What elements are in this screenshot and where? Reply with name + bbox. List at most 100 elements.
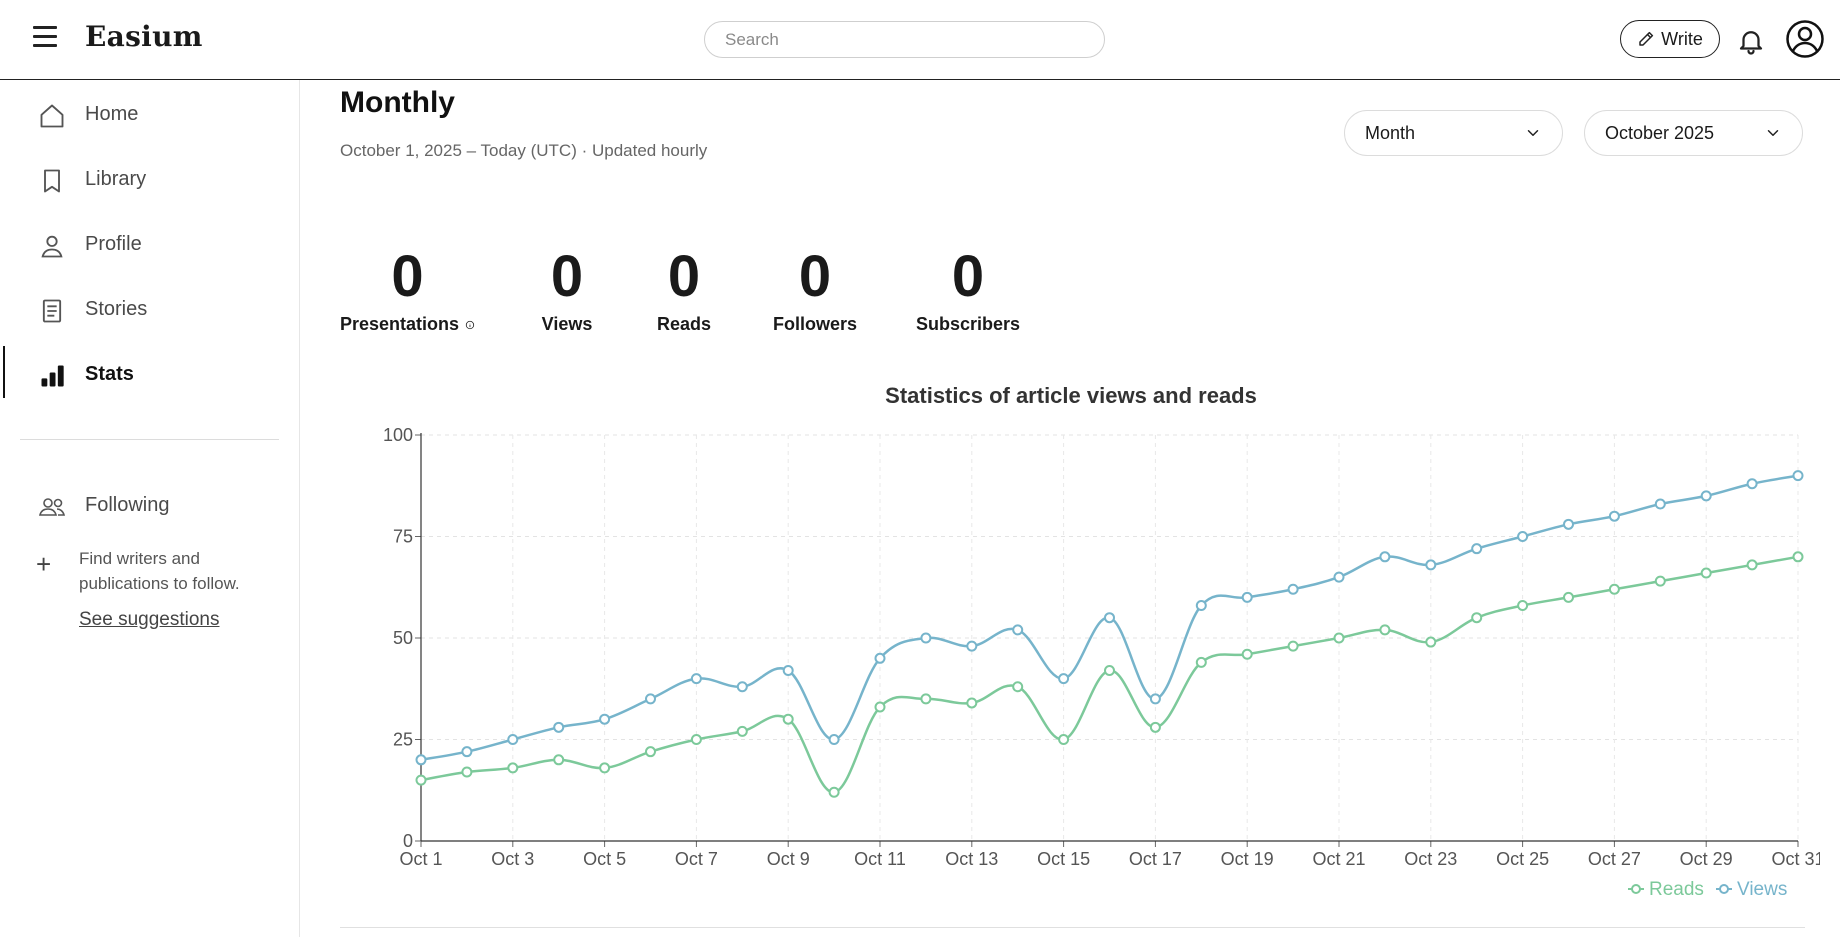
views-data-point — [736, 681, 748, 693]
see-suggestions-link[interactable]: See suggestions — [79, 609, 220, 631]
views-data-point — [1517, 531, 1529, 542]
reads-data-point — [645, 746, 656, 758]
reads-data-point — [507, 762, 519, 774]
month-select[interactable]: October 2025 — [1584, 110, 1803, 156]
y-tick-label: 75 — [393, 527, 413, 547]
views-data-point — [874, 652, 886, 664]
reads-data-point — [1241, 648, 1253, 660]
views-data-point — [1104, 612, 1115, 624]
follow-hint-text: Find writers and publications to follow. — [79, 549, 240, 593]
sidebar-divider — [20, 439, 279, 440]
reads-data-point — [415, 774, 427, 786]
sidebar-item-label: Library — [85, 168, 147, 190]
sidebar-item-label: Profile — [85, 233, 142, 255]
x-tick-label: Oct 17 — [1129, 849, 1182, 869]
y-tick-label: 50 — [393, 628, 413, 648]
views-data-point — [1012, 624, 1024, 636]
x-tick-label: Oct 31 — [1771, 849, 1820, 869]
chevron-down-icon — [1527, 130, 1539, 136]
search-input[interactable] — [704, 21, 1105, 58]
x-tick-label: Oct 9 — [767, 849, 810, 869]
views-data-point — [1287, 583, 1299, 595]
brand-logo[interactable]: Easium — [85, 20, 203, 53]
reads-data-point — [1149, 721, 1161, 733]
sidebar-item-label: Following — [85, 494, 170, 516]
reads-data-point — [553, 754, 565, 766]
stat-value: 0 — [798, 244, 832, 309]
top-bar: Easium Write — [0, 0, 1840, 80]
reads-data-point — [1608, 583, 1620, 595]
views-data-point — [1792, 470, 1804, 482]
views-data-point — [1608, 510, 1620, 522]
reads-data-point — [782, 713, 794, 725]
page-subtitle: October 1, 2025 – Today (UTC) · Updated … — [340, 141, 708, 160]
sidebar-item-following[interactable]: Following — [0, 481, 300, 531]
views-data-point — [828, 734, 840, 745]
x-tick-label: Oct 7 — [675, 849, 718, 869]
month-select-value: October 2025 — [1605, 122, 1715, 143]
reads-data-point — [1563, 591, 1574, 603]
sidebar-item-profile[interactable]: Profile — [0, 220, 300, 270]
views-legend-marker — [1719, 884, 1729, 894]
reads-data-point — [874, 701, 886, 713]
reads-data-point — [1425, 636, 1437, 648]
reads-data-point — [1287, 640, 1299, 652]
reads-data-point — [1471, 612, 1483, 624]
stat-label: Reads — [656, 314, 712, 334]
stat-presentations: 0 Presentations — [340, 242, 475, 335]
sidebar-item-stats[interactable]: Stats — [0, 350, 300, 400]
reads-data-point — [690, 734, 702, 745]
views-data-point — [415, 754, 427, 766]
stat-value: 0 — [951, 244, 985, 309]
write-label: Write — [1661, 28, 1703, 49]
y-tick-label: 25 — [393, 730, 413, 750]
reads-legend-label: Reads — [1649, 879, 1704, 900]
info-icon[interactable] — [465, 316, 475, 334]
y-tick-label: 0 — [403, 831, 413, 851]
stat-reads: 0 Reads — [644, 242, 724, 335]
sidebar-item-stories[interactable]: Stories — [0, 285, 300, 335]
chevron-down-icon — [1767, 130, 1779, 136]
reads-data-point — [1700, 567, 1712, 579]
stat-label: Followers — [772, 314, 857, 334]
x-tick-label: Oct 21 — [1312, 849, 1365, 869]
reads-data-point — [828, 786, 840, 798]
views-data-point — [645, 693, 656, 705]
x-tick-label: Oct 11 — [854, 849, 906, 869]
pencil-icon — [1639, 31, 1654, 46]
write-button[interactable]: Write — [1620, 20, 1720, 58]
bookmark-icon — [44, 169, 60, 193]
reads-data-point — [599, 762, 611, 774]
views-data-point — [1471, 543, 1483, 555]
reads-data-point — [1654, 575, 1666, 587]
views-data-point — [1195, 600, 1207, 612]
views-data-point — [966, 640, 978, 652]
stat-subscribers: 0 Subscribers — [916, 242, 1020, 335]
sidebar-item-home[interactable]: Home — [0, 90, 300, 140]
people-icon — [38, 498, 66, 516]
sidebar-item-library[interactable]: Library — [0, 155, 300, 205]
sidebar: Home Library Profile Stories Stats Follo… — [0, 80, 300, 937]
page-title: Monthly — [340, 86, 455, 119]
views-data-point — [920, 632, 932, 644]
content-divider — [340, 927, 1805, 928]
x-tick-label: Oct 15 — [1037, 849, 1090, 869]
x-tick-label: Oct 25 — [1496, 849, 1549, 869]
user-circle-icon[interactable] — [1785, 19, 1825, 59]
hamburger-icon[interactable] — [30, 26, 60, 52]
stat-label: Presentations — [340, 314, 460, 334]
reads-data-point — [1517, 600, 1529, 612]
reads-data-point — [461, 766, 473, 778]
period-select[interactable]: Month — [1344, 110, 1563, 156]
x-tick-label: Oct 3 — [491, 849, 534, 869]
views-data-point — [1241, 591, 1253, 603]
sidebar-item-label: Stats — [85, 363, 134, 385]
views-data-point — [1563, 518, 1574, 530]
reads-data-point — [1104, 664, 1115, 676]
x-tick-label: Oct 19 — [1221, 849, 1274, 869]
reads-data-point — [1792, 551, 1804, 563]
stat-value: 0 — [550, 244, 584, 309]
stat-caption: Presentations — [340, 314, 475, 335]
x-tick-label: Oct 29 — [1680, 849, 1733, 869]
bell-icon[interactable] — [1736, 26, 1766, 56]
